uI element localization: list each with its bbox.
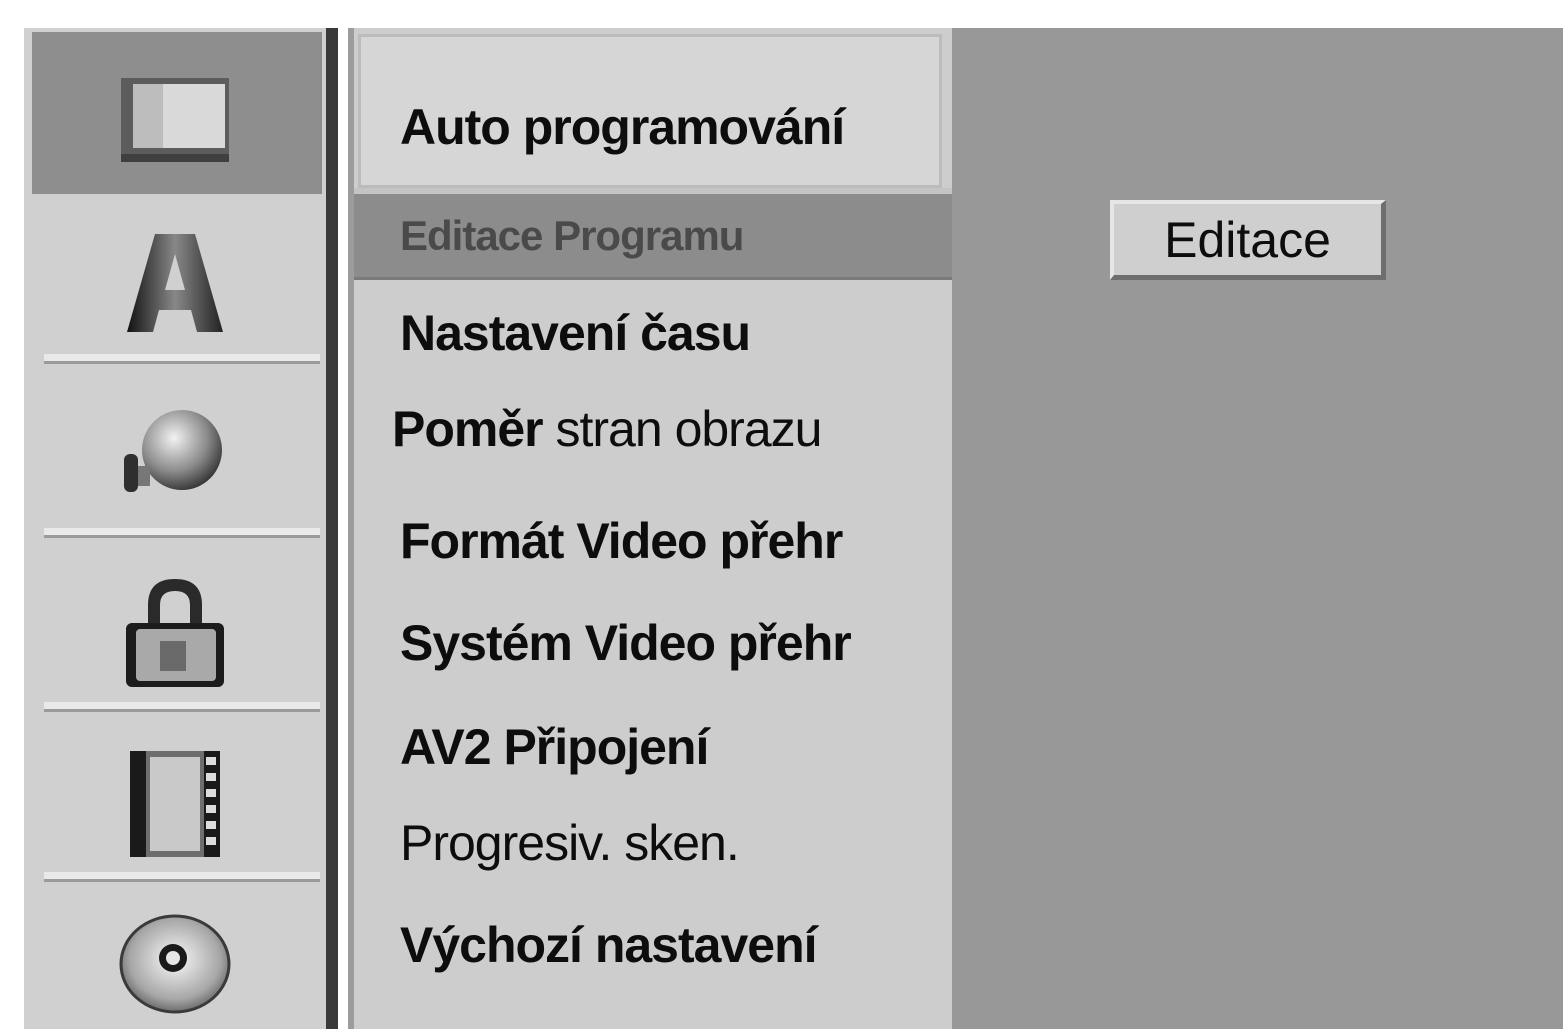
- tv-screen-icon: [121, 78, 229, 162]
- menu-item-factory-reset[interactable]: Výchozí nastavení: [400, 916, 817, 974]
- menu-item-video-format[interactable]: Formát Video přehr: [400, 512, 843, 570]
- category-audio[interactable]: [24, 378, 326, 528]
- category-recording[interactable]: [24, 728, 326, 878]
- disc-icon: [119, 914, 231, 1014]
- edit-button[interactable]: Editace: [1110, 200, 1386, 280]
- menu-item-auto-programming[interactable]: Auto programování: [400, 98, 845, 156]
- menu-item-program-edit[interactable]: Editace Programu: [400, 212, 744, 260]
- sidebar-divider: [44, 354, 320, 364]
- menu-item-video-system[interactable]: Systém Video přehr: [400, 614, 852, 672]
- menu-item-aspect-ratio[interactable]: Poměr stran obrazu: [392, 400, 823, 458]
- sidebar-divider: [44, 702, 320, 712]
- sidebar-divider: [44, 872, 320, 882]
- letter-a-icon: [127, 234, 223, 332]
- category-disc[interactable]: [24, 898, 326, 1028]
- menu-item-aspect-ratio-bold: Poměr: [392, 401, 544, 457]
- lock-icon: [126, 579, 224, 687]
- options-panel: Editace: [952, 28, 1563, 1029]
- category-lock[interactable]: [24, 556, 326, 706]
- category-language[interactable]: [24, 218, 326, 348]
- menu-item-aspect-ratio-rest: stran obrazu: [542, 401, 823, 457]
- settings-category-sidebar: [24, 28, 338, 1029]
- audio-note-icon: [124, 410, 222, 492]
- settings-menu: Auto programování Editace Programu Nasta…: [348, 28, 964, 1029]
- category-picture[interactable]: [24, 68, 326, 168]
- menu-item-av2-connection[interactable]: AV2 Připojení: [400, 718, 709, 776]
- sidebar-divider: [44, 528, 320, 538]
- menu-item-time-setting[interactable]: Nastavení času: [400, 304, 751, 362]
- film-strip-icon: [130, 751, 220, 857]
- menu-item-progressive-scan[interactable]: Progresiv. sken.: [400, 814, 740, 872]
